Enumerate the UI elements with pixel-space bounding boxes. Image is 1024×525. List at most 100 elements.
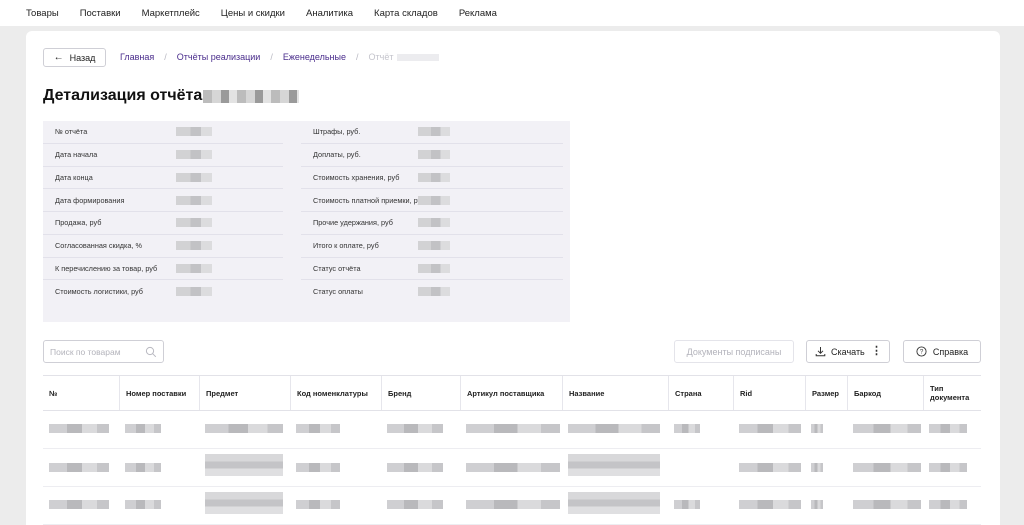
column-header[interactable]: Баркод [847,376,923,410]
summary-right-label: Штрафы, руб. [313,127,361,137]
column-header[interactable]: Номер поставки [119,376,199,410]
report-summary: № отчёта Дата начала Дата конца Дата формир… [43,121,570,322]
redacted-value [176,241,212,251]
topnav-marketplace[interactable]: Маркетплейс [142,8,200,19]
column-header[interactable]: Размер [805,376,847,410]
help-button[interactable]: ? Справка [903,340,981,363]
summary-right-row: Стоимость хранения, руб [301,167,563,190]
summary-left-row: Дата начала [43,144,283,167]
redacted-cell [568,492,660,514]
column-header[interactable]: Код номенклатуры [290,376,381,410]
summary-right-row: Статус отчёта [301,258,563,281]
redacted-cell [205,454,283,476]
redacted-cell [929,500,967,509]
redacted-cell [929,463,967,472]
report-details-table: № Номер поставки Предмет Код номенклатуры Бр… [43,375,981,525]
redacted-value [418,287,450,297]
summary-right-row: Штрафы, руб. [301,121,563,144]
redacted-cell [205,492,283,514]
redacted-value [176,195,212,205]
summary-right-label: Стоимость платной приемки, руб [313,195,426,205]
topnav-warehouse-map[interactable]: Карта складов [374,8,438,19]
svg-text:?: ? [920,349,924,356]
redacted-cell [49,463,109,472]
column-header[interactable]: № [43,376,119,410]
breadcrumb-main[interactable]: Главная [120,52,154,62]
redacted-cell [674,424,700,433]
column-header[interactable]: Название [562,376,668,410]
download-button[interactable]: Скачать ⋮ [806,340,890,363]
topnav-supplies[interactable]: Поставки [80,8,121,19]
redacted-value [176,150,212,160]
summary-right-label: Статус отчёта [313,263,361,273]
breadcrumb-reports[interactable]: Отчёты реализации [177,52,261,62]
documents-signed-button[interactable]: Документы подписаны [674,340,794,363]
redacted-value [176,172,212,182]
breadcrumb-current: Отчёт [368,52,394,62]
more-options-icon[interactable]: ⋮ [871,346,882,357]
topnav-analytics[interactable]: Аналитика [306,8,353,19]
column-header[interactable]: Бренд [381,376,460,410]
breadcrumb-separator: / [356,52,359,62]
content-panel: ← Назад Главная / Отчёты реализации / Еж… [26,31,1000,525]
table-row[interactable] [43,487,981,525]
redacted-value [397,53,440,61]
topnav-advertising[interactable]: Реклама [459,8,497,19]
breadcrumb-weekly[interactable]: Еженедельные [283,52,346,62]
redacted-cell [811,424,823,433]
redacted-value [176,218,212,228]
redacted-cell [296,424,340,433]
table-row[interactable] [43,411,981,449]
download-icon [815,347,826,357]
redacted-cell [853,424,921,433]
redacted-cell [125,500,161,509]
redacted-cell [387,424,443,433]
back-button[interactable]: ← Назад [43,48,106,67]
column-header[interactable]: Предмет [199,376,290,410]
column-header[interactable]: Артикул поставщика [460,376,562,410]
redacted-cell [466,424,560,433]
redacted-cell [49,424,109,433]
redacted-cell [568,424,660,433]
breadcrumb-separator: / [164,52,167,62]
redacted-cell [387,500,443,509]
summary-left-row: Дата формирования [43,189,283,212]
summary-right-row: Итого к оплате, руб [301,235,563,258]
search-input[interactable] [50,346,140,357]
summary-left-row: Дата конца [43,167,283,190]
summary-column-right: Штрафы, руб. Доплаты, руб. Стоимость хране… [301,121,563,303]
summary-right-row: Стоимость платной приемки, руб [301,189,563,212]
redacted-cell [49,500,109,509]
redacted-cell [125,424,161,433]
summary-left-row: Стоимость логистики, руб [43,280,283,303]
column-header[interactable]: Тип документа [923,376,981,410]
column-header[interactable]: Rid [733,376,805,410]
topnav-products[interactable]: Товары [26,8,59,19]
summary-right-row: Доплаты, руб. [301,144,563,167]
column-header[interactable]: Страна [668,376,733,410]
summary-left-row: Продажа, руб [43,212,283,235]
topnav-prices[interactable]: Цены и скидки [221,8,285,19]
summary-right-row: Статус оплаты [301,280,563,303]
redacted-cell [853,463,921,472]
redacted-cell [674,500,700,509]
summary-right-label: Итого к оплате, руб [313,241,379,251]
search-field[interactable] [43,340,164,363]
redacted-value [418,263,450,273]
redacted-cell [387,463,443,472]
redacted-cell [296,463,340,472]
question-circle-icon: ? [916,346,927,357]
summary-left-row: № отчёта [43,121,283,144]
summary-left-label: Продажа, руб [55,218,102,228]
redacted-value [418,195,450,205]
table-row[interactable] [43,449,981,487]
table-header: № Номер поставки Предмет Код номенклатуры Бр… [43,376,981,411]
redacted-report-number [203,90,299,103]
back-label: Назад [69,52,96,63]
redacted-cell [929,424,967,433]
redacted-cell [811,463,823,472]
redacted-value [176,287,212,297]
summary-left-label: Согласованная скидка, % [55,241,143,251]
summary-right-row: Прочие удержания, руб [301,212,563,235]
search-icon[interactable] [145,346,157,358]
